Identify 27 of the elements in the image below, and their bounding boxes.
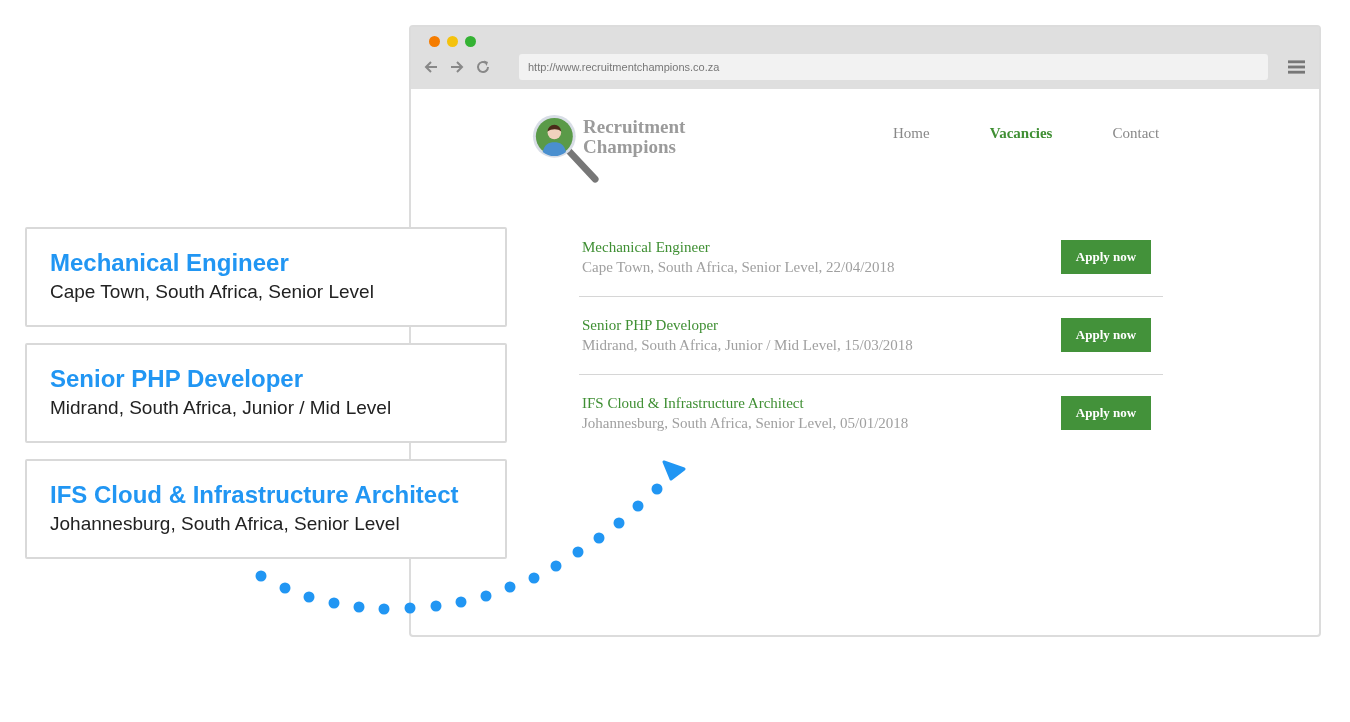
address-bar[interactable]: http://www.recruitmentchampions.co.za [519, 54, 1268, 80]
job-details: Cape Town, South Africa, Senior Level, 22/04/2018 [582, 258, 895, 277]
close-dot-icon[interactable] [429, 36, 440, 47]
apply-button[interactable]: Apply now [1061, 318, 1151, 352]
job-title-link[interactable]: Senior PHP Developer [582, 315, 913, 335]
maximize-dot-icon[interactable] [465, 36, 476, 47]
apply-button[interactable]: Apply now [1061, 240, 1151, 274]
reload-icon[interactable] [475, 59, 491, 75]
job-title-link[interactable]: Mechanical Engineer [582, 237, 895, 257]
nav-link[interactable]: Home [893, 125, 930, 142]
nav-link[interactable]: Contact [1112, 125, 1160, 142]
job-details: Johannesburg, South Africa, Senior Level, 05/01/2018 [582, 414, 909, 433]
card-details: Cape Town, South Africa, Senior Level [50, 280, 375, 304]
nav-link[interactable]: Vacancies [989, 125, 1053, 142]
forward-arrow-icon[interactable] [449, 59, 465, 75]
menu-icon[interactable] [1288, 59, 1305, 75]
card-title: Mechanical Engineer [50, 248, 290, 278]
card-details: Johannesburg, South Africa, Senior Level [50, 512, 401, 536]
job-title-link[interactable]: IFS Cloud & Infrastructure Architect [582, 393, 909, 413]
card-details: Midrand, South Africa, Junior / Mid Level [50, 396, 393, 420]
apply-button[interactable]: Apply now [1061, 396, 1151, 430]
logo-text: Recruitment Champions [583, 117, 686, 157]
minimize-dot-icon[interactable] [447, 36, 458, 47]
job-details: Midrand, South Africa, Junior / Mid Level, 15/03/2018 [582, 336, 913, 355]
back-arrow-icon[interactable] [423, 59, 439, 75]
card-title: IFS Cloud & Infrastructure Architect [50, 480, 460, 510]
card-title: Senior PHP Developer [50, 364, 304, 394]
